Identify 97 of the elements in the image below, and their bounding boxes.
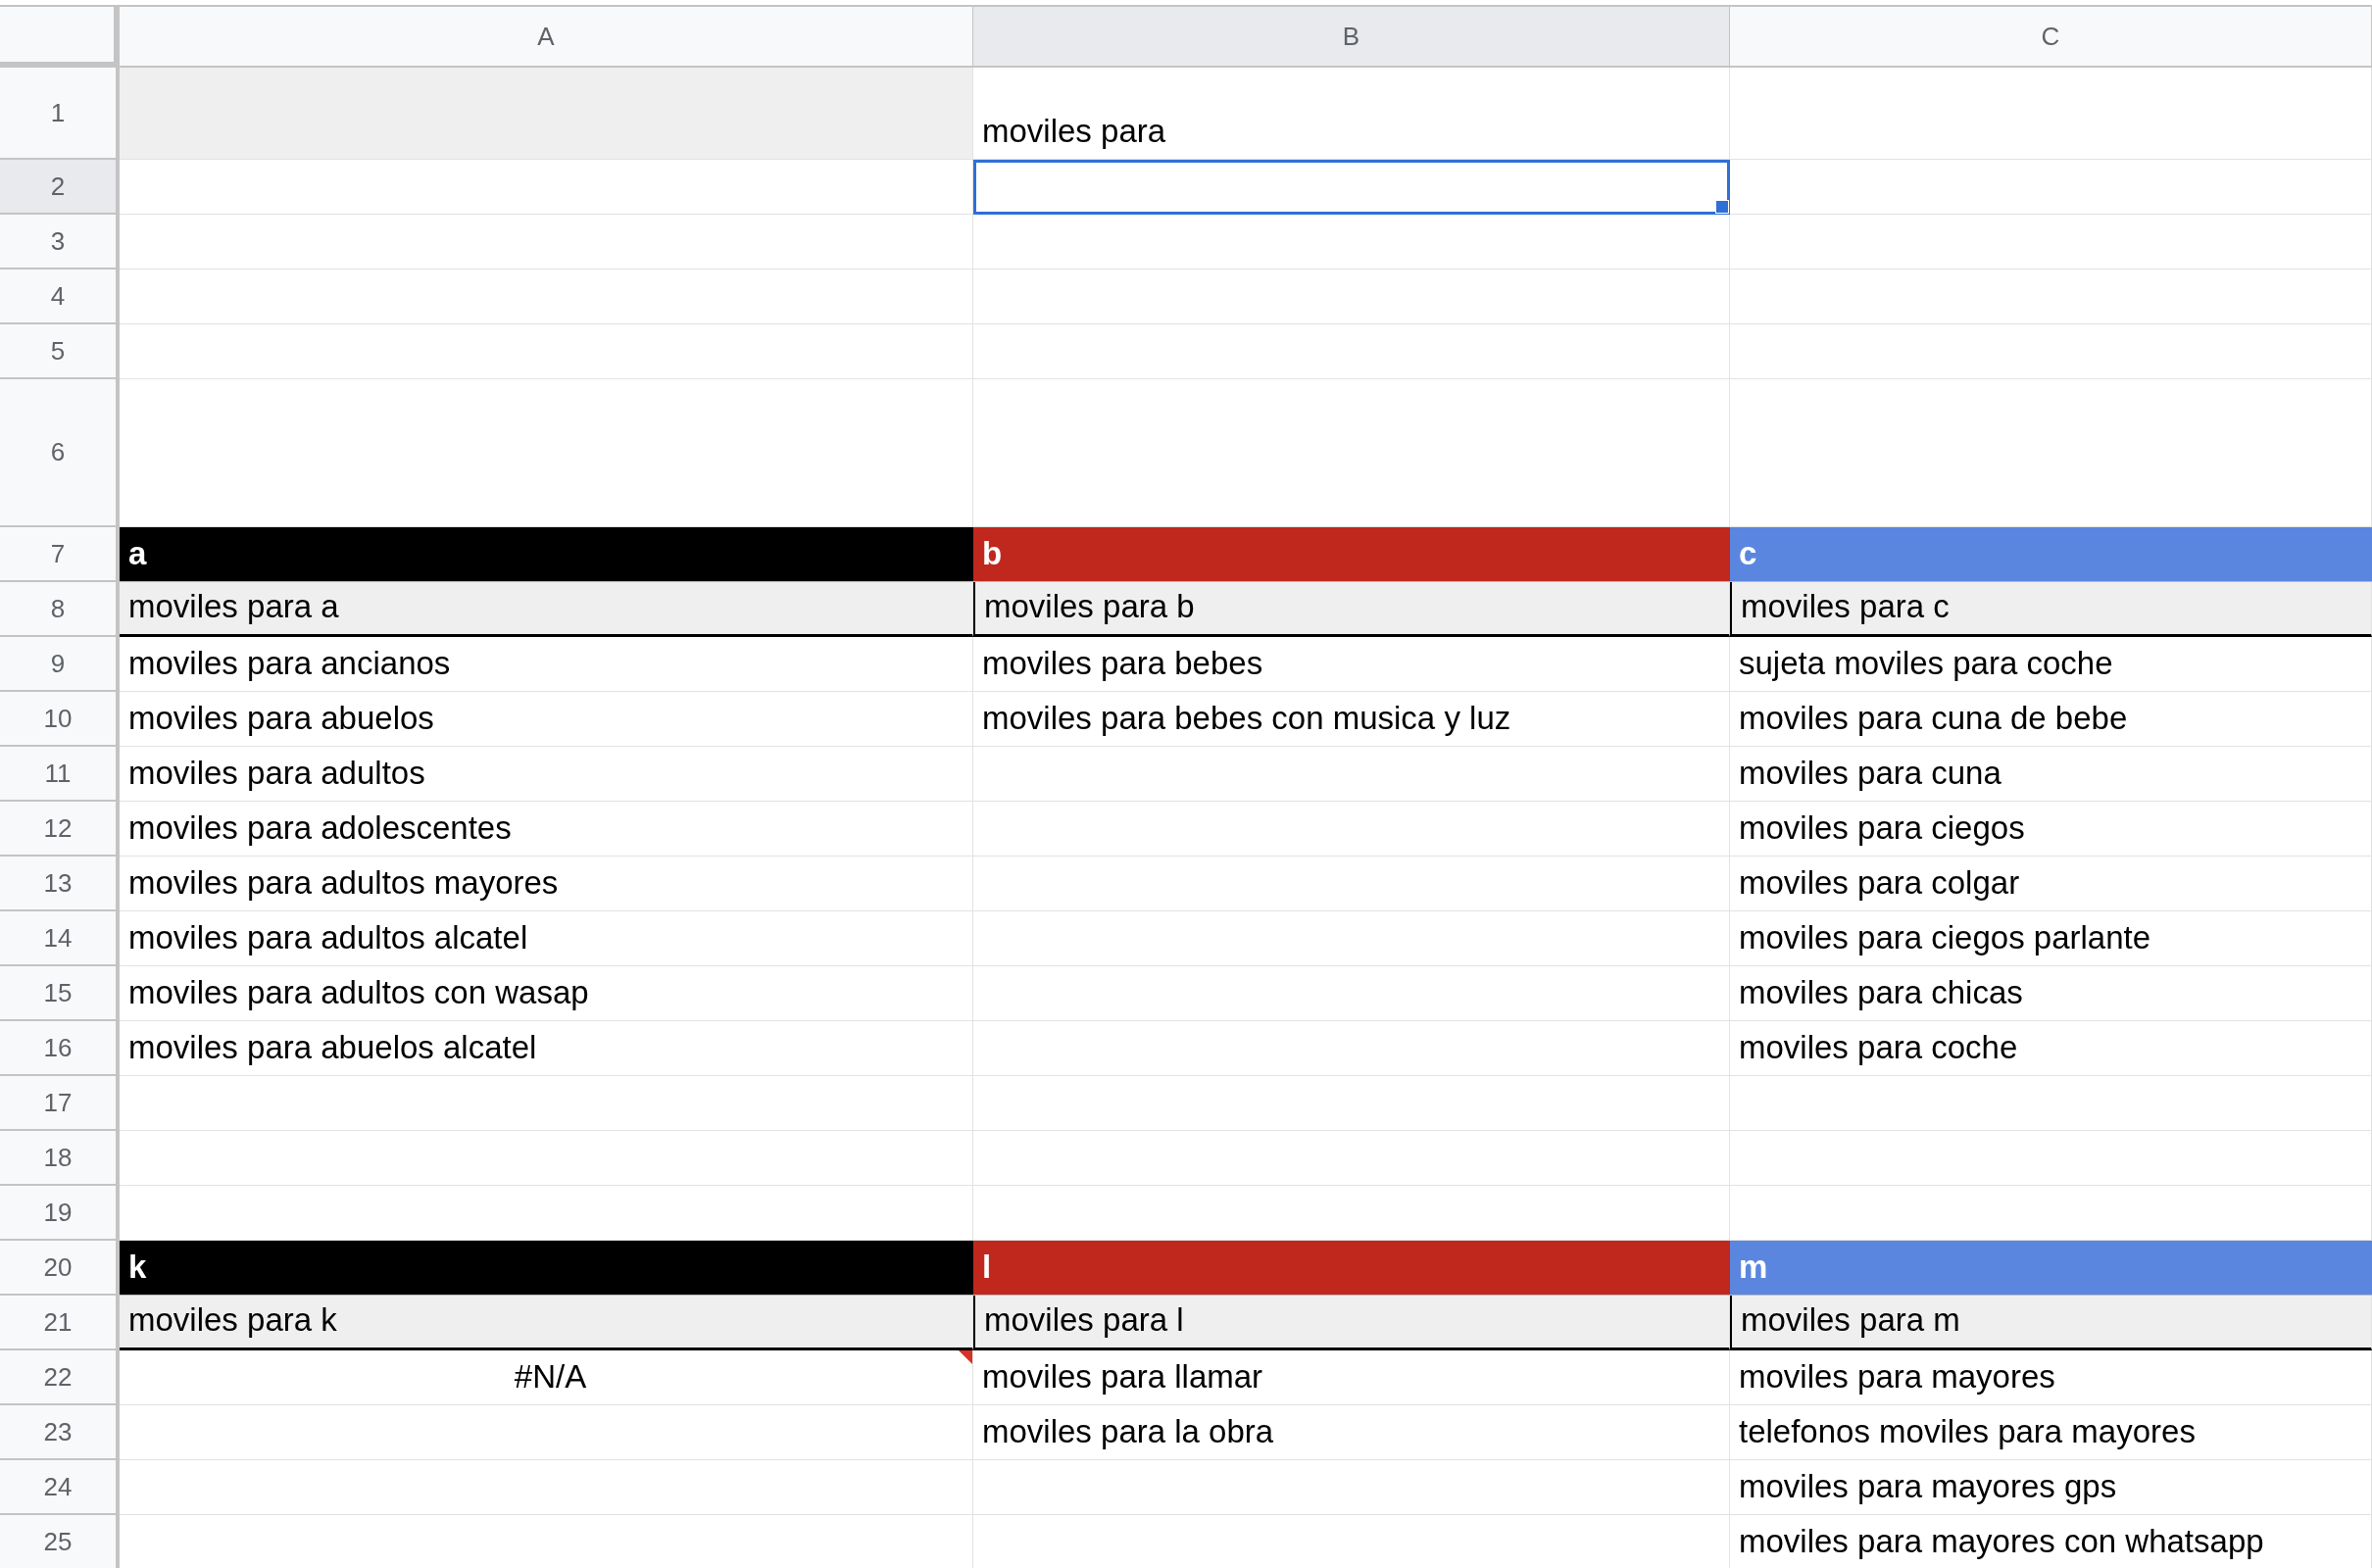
table-cell[interactable] bbox=[973, 747, 1730, 802]
row-header[interactable]: 23 bbox=[0, 1405, 120, 1460]
table-cell[interactable] bbox=[1730, 324, 2372, 379]
table-cell[interactable]: moviles para adultos alcatel bbox=[120, 911, 973, 966]
table-cell[interactable] bbox=[1730, 270, 2372, 324]
row-header[interactable]: 13 bbox=[0, 857, 120, 911]
table-cell[interactable]: moviles para b bbox=[973, 582, 1730, 637]
table-cell[interactable]: moviles para cuna bbox=[1730, 747, 2372, 802]
table-cell[interactable] bbox=[120, 270, 973, 324]
table-cell[interactable] bbox=[120, 160, 973, 215]
row-header[interactable]: 20 bbox=[0, 1241, 120, 1296]
table-cell[interactable]: moviles para adolescentes bbox=[120, 802, 973, 857]
column-header[interactable]: B bbox=[973, 7, 1730, 68]
table-cell[interactable] bbox=[1730, 68, 2372, 160]
row-header[interactable]: 18 bbox=[0, 1131, 120, 1186]
row-header[interactable]: 1 bbox=[0, 68, 120, 160]
table-cell[interactable] bbox=[1730, 1076, 2372, 1131]
row-header[interactable]: 21 bbox=[0, 1296, 120, 1350]
table-cell[interactable]: moviles para l bbox=[973, 1296, 1730, 1350]
table-cell[interactable] bbox=[973, 911, 1730, 966]
table-cell[interactable]: moviles para m bbox=[1730, 1296, 2372, 1350]
table-cell[interactable] bbox=[120, 1460, 973, 1515]
table-cell[interactable] bbox=[1730, 160, 2372, 215]
row-header[interactable]: 3 bbox=[0, 215, 120, 270]
row-header[interactable]: 16 bbox=[0, 1021, 120, 1076]
row-header[interactable]: 4 bbox=[0, 270, 120, 324]
table-cell[interactable]: moviles para la obra bbox=[973, 1405, 1730, 1460]
table-cell[interactable]: moviles para llamar bbox=[973, 1350, 1730, 1405]
table-cell[interactable]: moviles para adultos con wasap bbox=[120, 966, 973, 1021]
table-cell[interactable] bbox=[120, 1131, 973, 1186]
table-cell[interactable] bbox=[973, 966, 1730, 1021]
table-cell[interactable]: moviles para mayores con whatsapp bbox=[1730, 1515, 2372, 1568]
table-cell[interactable] bbox=[973, 215, 1730, 270]
table-cell[interactable]: moviles para coche bbox=[1730, 1021, 2372, 1076]
row-header[interactable]: 9 bbox=[0, 637, 120, 692]
table-cell[interactable]: sujeta moviles para coche bbox=[1730, 637, 2372, 692]
row-header[interactable]: 8 bbox=[0, 582, 120, 637]
table-cell[interactable] bbox=[973, 1076, 1730, 1131]
table-cell[interactable] bbox=[973, 160, 1730, 215]
table-cell[interactable] bbox=[120, 324, 973, 379]
table-cell[interactable] bbox=[1730, 215, 2372, 270]
table-cell[interactable] bbox=[973, 270, 1730, 324]
table-cell[interactable]: moviles para abuelos bbox=[120, 692, 973, 747]
header-cell[interactable]: a bbox=[120, 527, 973, 582]
row-header[interactable]: 11 bbox=[0, 747, 120, 802]
header-cell[interactable]: m bbox=[1730, 1241, 2372, 1296]
table-cell[interactable]: moviles para mayores gps bbox=[1730, 1460, 2372, 1515]
row-header[interactable]: 19 bbox=[0, 1186, 120, 1241]
row-header[interactable]: 7 bbox=[0, 527, 120, 582]
table-cell[interactable]: #N/A bbox=[120, 1350, 973, 1405]
table-cell[interactable]: moviles para ancianos bbox=[120, 637, 973, 692]
row-header[interactable]: 15 bbox=[0, 966, 120, 1021]
table-cell[interactable]: moviles para bbox=[973, 68, 1730, 160]
table-cell[interactable]: moviles para abuelos alcatel bbox=[120, 1021, 973, 1076]
table-cell[interactable] bbox=[973, 857, 1730, 911]
column-header[interactable]: A bbox=[120, 7, 973, 68]
table-cell[interactable]: moviles para bebes bbox=[973, 637, 1730, 692]
table-cell[interactable] bbox=[120, 215, 973, 270]
row-header[interactable]: 5 bbox=[0, 324, 120, 379]
table-cell[interactable] bbox=[973, 324, 1730, 379]
table-cell[interactable]: moviles para k bbox=[120, 1296, 973, 1350]
table-cell[interactable]: moviles para bebes con musica y luz bbox=[973, 692, 1730, 747]
header-cell[interactable]: b bbox=[973, 527, 1730, 582]
header-cell[interactable]: c bbox=[1730, 527, 2372, 582]
table-cell[interactable]: moviles para ciegos parlante bbox=[1730, 911, 2372, 966]
header-cell[interactable]: l bbox=[973, 1241, 1730, 1296]
row-header[interactable]: 17 bbox=[0, 1076, 120, 1131]
row-header[interactable]: 6 bbox=[0, 379, 120, 527]
table-cell[interactable] bbox=[973, 802, 1730, 857]
table-cell[interactable] bbox=[120, 68, 973, 160]
table-cell[interactable]: moviles para ciegos bbox=[1730, 802, 2372, 857]
table-cell[interactable]: moviles para chicas bbox=[1730, 966, 2372, 1021]
fill-handle[interactable] bbox=[1715, 200, 1729, 214]
row-header[interactable]: 12 bbox=[0, 802, 120, 857]
table-cell[interactable]: moviles para adultos bbox=[120, 747, 973, 802]
table-cell[interactable]: moviles para adultos mayores bbox=[120, 857, 973, 911]
table-cell[interactable]: moviles para colgar bbox=[1730, 857, 2372, 911]
column-header[interactable]: C bbox=[1730, 7, 2372, 68]
table-cell[interactable]: moviles para cuna de bebe bbox=[1730, 692, 2372, 747]
row-header[interactable]: 22 bbox=[0, 1350, 120, 1405]
table-cell[interactable] bbox=[1730, 1131, 2372, 1186]
row-header[interactable]: 2 bbox=[0, 160, 120, 215]
corner-select-all[interactable] bbox=[0, 7, 120, 68]
table-cell[interactable] bbox=[120, 1076, 973, 1131]
row-header[interactable]: 25 bbox=[0, 1515, 120, 1568]
table-cell[interactable] bbox=[120, 1405, 973, 1460]
row-header[interactable]: 10 bbox=[0, 692, 120, 747]
table-cell[interactable]: telefonos moviles para mayores bbox=[1730, 1405, 2372, 1460]
row-header[interactable]: 24 bbox=[0, 1460, 120, 1515]
table-cell[interactable]: moviles para mayores bbox=[1730, 1350, 2372, 1405]
table-cell[interactable]: moviles para c bbox=[1730, 582, 2372, 637]
table-cell[interactable] bbox=[973, 1460, 1730, 1515]
header-cell[interactable]: k bbox=[120, 1241, 973, 1296]
table-cell[interactable] bbox=[973, 1021, 1730, 1076]
row-header[interactable]: 14 bbox=[0, 911, 120, 966]
table-cell[interactable] bbox=[973, 1131, 1730, 1186]
table-cell[interactable]: moviles para a bbox=[120, 582, 973, 637]
